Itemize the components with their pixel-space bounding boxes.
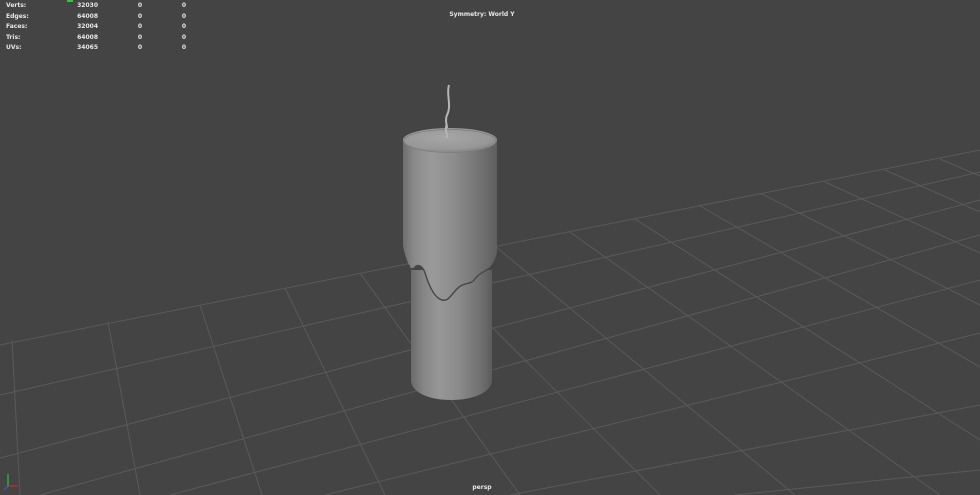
xyz-axis-icon: [3, 474, 18, 491]
3d-viewport[interactable]: Verts: 32030 0 0 Edges: 64008 0 0 Faces:…: [0, 0, 980, 495]
hud-row-faces: Faces: 32004 0 0: [6, 23, 186, 30]
hud-row-uvs: UVs: 34065 0 0: [6, 44, 186, 51]
hud-row-tris: Tris: 64008 0 0: [6, 33, 186, 41]
candle-model[interactable]: [403, 84, 497, 400]
poly-count-hud: Verts: 32030 0 0 Edges: 64008 0 0 Faces:…: [6, 1, 186, 54]
camera-name-label: persp: [472, 484, 492, 491]
candle-top: [403, 128, 497, 152]
hud-row-verts: Verts: 32030 0 0: [6, 2, 186, 9]
symmetry-indicator: Symmetry: World Y: [449, 11, 515, 18]
scene-canvas[interactable]: [0, 0, 980, 495]
